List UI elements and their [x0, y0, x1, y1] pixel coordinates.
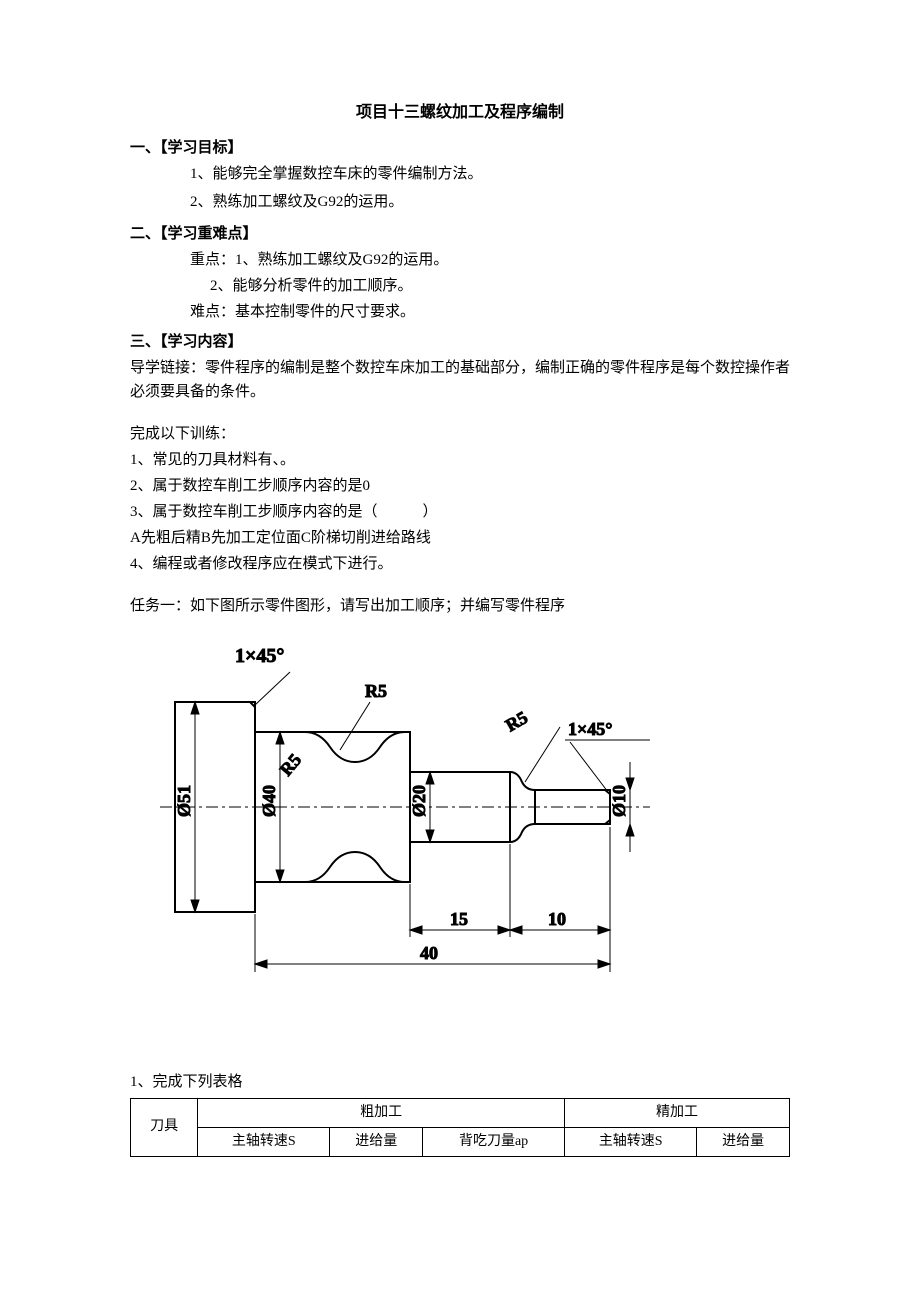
dim-chamfer-2: 1×45° — [568, 719, 612, 739]
th-feed-2: 进给量 — [697, 1127, 790, 1156]
dim-r5-c: R5 — [502, 707, 531, 735]
q3: 3、属于数控车削工步顺序内容的是（ ） — [130, 500, 790, 524]
dim-chamfer-1: 1×45° — [235, 645, 284, 667]
table-row: 刀具 粗加工 精加工 — [131, 1098, 790, 1127]
q1: 1、常见的刀具材料有、。 — [130, 448, 790, 472]
dim-len15: 15 — [450, 909, 468, 929]
dim-d51: Ø51 — [174, 785, 194, 817]
dim-len40: 40 — [420, 943, 438, 963]
th-rough: 粗加工 — [198, 1098, 565, 1127]
training-prefix: 完成以下训练： — [130, 422, 790, 446]
s3-intro: 导学链接：零件程序的编制是整个数控车床加工的基础部分，编制正确的零件程序是每个数… — [130, 356, 790, 404]
machining-table: 刀具 粗加工 精加工 主轴转速S 进给量 背吃刀量ap 主轴转速S 进给量 — [130, 1098, 790, 1158]
th-feed-1: 进给量 — [330, 1127, 423, 1156]
s2-line-1: 重点：1、熟练加工螺纹及G92的运用。 — [130, 248, 790, 272]
s2-line-3: 难点：基本控制零件的尺寸要求。 — [130, 300, 790, 324]
dim-len10: 10 — [548, 909, 566, 929]
table-row: 主轴转速S 进给量 背吃刀量ap 主轴转速S 进给量 — [131, 1127, 790, 1156]
s2-line-2: 2、能够分析零件的加工顺序。 — [130, 274, 790, 298]
page-title: 项目十三螺纹加工及程序编制 — [130, 100, 790, 126]
section-1-heading: 一、【学习目标】 — [130, 136, 790, 160]
th-ap: 背吃刀量ap — [423, 1127, 565, 1156]
table-caption: 1、完成下列表格 — [130, 1070, 790, 1094]
th-fine: 精加工 — [565, 1098, 790, 1127]
dim-r5-a: R5 — [365, 681, 387, 701]
dim-d10: Ø10 — [609, 785, 629, 817]
task1: 任务一：如下图所示零件图形，请写出加工顺序；并编写零件程序 — [130, 594, 790, 618]
dim-d40: Ø40 — [259, 785, 279, 817]
dim-d20: Ø20 — [409, 785, 429, 817]
s1-line-1: 1、能够完全掌握数控车床的零件编制方法。 — [130, 162, 790, 186]
part-drawing: 1×45° R5 R5 R5 1×45° Ø51 Ø40 Ø20 Ø10 — [140, 632, 790, 1000]
section-2-heading: 二、【学习重难点】 — [130, 222, 790, 246]
q3-options: A先粗后精B先加工定位面C阶梯切削进给路线 — [130, 526, 790, 550]
q4: 4、编程或者修改程序应在模式下进行。 — [130, 552, 790, 576]
th-tool: 刀具 — [131, 1098, 198, 1157]
s1-line-2: 2、熟练加工螺纹及G92的运用。 — [130, 190, 790, 214]
th-speed-1: 主轴转速S — [198, 1127, 330, 1156]
section-3-heading: 三、【学习内容】 — [130, 330, 790, 354]
th-speed-2: 主轴转速S — [565, 1127, 697, 1156]
q2: 2、属于数控车削工步顺序内容的是0 — [130, 474, 790, 498]
